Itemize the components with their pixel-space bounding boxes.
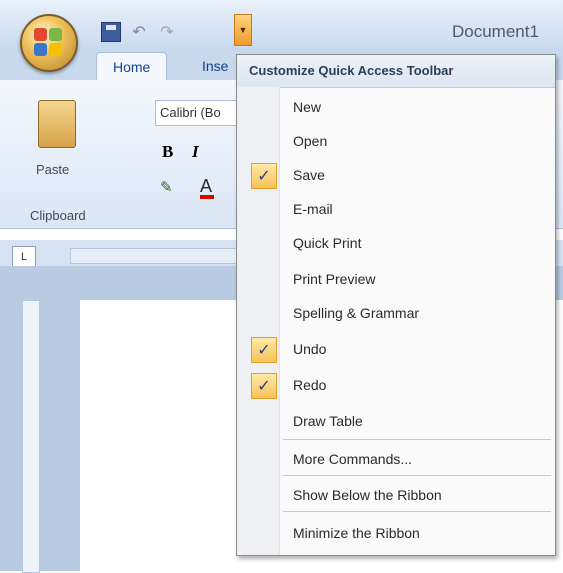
paste-icon[interactable] (38, 100, 76, 148)
menu-item-label: Minimize the Ribbon (293, 525, 420, 541)
menu-item-label: Spelling & Grammar (293, 305, 420, 321)
menu-item[interactable]: Open (237, 125, 555, 159)
menu-item-label: Quick Print (293, 235, 362, 251)
menu-separator (283, 439, 551, 440)
menu-item-label: More Commands... (293, 451, 413, 467)
menu-item-label: New (293, 99, 322, 115)
quick-access-toolbar: ↶ ↷ (100, 20, 178, 44)
menu-separator (283, 475, 551, 476)
customize-qat-menu: Customize Quick Access Toolbar New Open ✓ S… (236, 54, 556, 556)
menu-item-label: Redo (293, 377, 327, 393)
highlight-icon[interactable]: ✎ (160, 178, 173, 196)
tab-selector-button[interactable]: L (12, 246, 36, 268)
menu-item[interactable]: E-mail (237, 193, 555, 227)
vertical-ruler[interactable] (22, 300, 40, 573)
menu-item-label: Draw Table (293, 413, 363, 429)
checkmark-icon: ✓ (251, 373, 277, 399)
undo-qat-button[interactable]: ↶ (128, 21, 150, 43)
menu-item-label: Show Below the Ribbon (293, 487, 442, 503)
menu-item[interactable]: Draw Table (237, 405, 555, 439)
font-color-button[interactable]: A (200, 176, 215, 199)
menu-item-label: Undo (293, 341, 327, 357)
menu-item-label: E-mail (293, 201, 333, 217)
menu-item[interactable]: Print Preview (237, 263, 555, 297)
document-title: Document1 (452, 22, 539, 41)
menu-item[interactable]: ✓ Save (237, 159, 555, 193)
redo-qat-button[interactable]: ↷ (156, 21, 178, 43)
menu-item[interactable]: Minimize the Ribbon (237, 517, 555, 551)
office-button[interactable] (20, 14, 78, 72)
italic-button[interactable]: I (192, 142, 199, 162)
menu-item[interactable]: More Commands... (237, 443, 555, 477)
save-icon (101, 22, 121, 42)
tab-home[interactable]: Home (96, 52, 168, 81)
menu-item-label: Open (293, 133, 328, 149)
menu-item-label: Print Preview (293, 271, 376, 287)
customize-qat-dropdown-button[interactable]: ▼ (234, 14, 252, 46)
menu-item[interactable]: Quick Print (237, 227, 555, 261)
menu-item-label: Save (293, 167, 325, 183)
menu-item[interactable]: New (237, 91, 555, 125)
menu-item[interactable]: ✓ Redo (237, 369, 555, 403)
clipboard-group-label: Clipboard (30, 208, 86, 223)
menu-item[interactable]: ✓ Undo (237, 333, 555, 367)
font-name-combobox[interactable]: Calibri (Bo (155, 100, 246, 126)
menu-item[interactable]: Show Below the Ribbon (237, 479, 555, 513)
checkmark-icon: ✓ (251, 337, 277, 363)
menu-header: Customize Quick Access Toolbar (237, 55, 555, 88)
office-logo-icon (34, 28, 64, 58)
menu-item[interactable]: Spelling & Grammar (237, 297, 555, 331)
paste-button-label[interactable]: Paste (36, 162, 69, 177)
menu-separator (283, 511, 551, 512)
save-qat-button[interactable] (100, 21, 122, 43)
bold-button[interactable]: B (162, 142, 173, 162)
checkmark-icon: ✓ (251, 163, 277, 189)
